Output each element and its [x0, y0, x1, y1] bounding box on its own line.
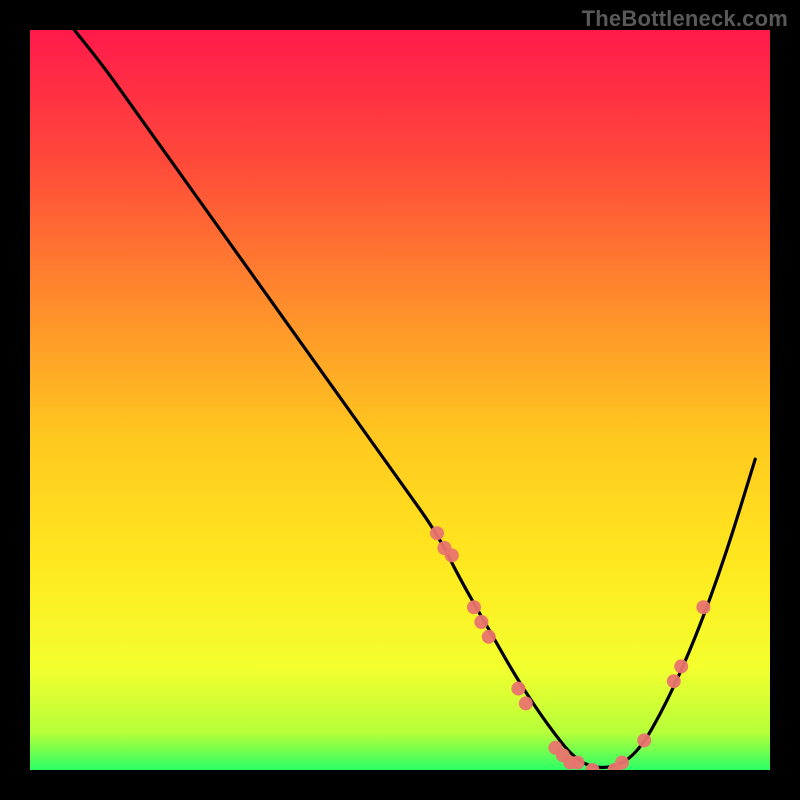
highlight-point — [519, 696, 533, 710]
highlight-point — [667, 674, 681, 688]
highlight-point — [696, 600, 710, 614]
highlight-point — [445, 548, 459, 562]
highlight-point — [571, 756, 585, 770]
chart-svg — [30, 30, 770, 770]
highlight-point — [482, 630, 496, 644]
highlight-point — [615, 756, 629, 770]
plot-area — [30, 30, 770, 770]
watermark-label: TheBottleneck.com — [582, 6, 788, 32]
chart-frame: TheBottleneck.com — [0, 0, 800, 800]
highlight-point — [474, 615, 488, 629]
gradient-background — [30, 30, 770, 770]
highlight-point — [511, 682, 525, 696]
highlight-point — [674, 659, 688, 673]
highlight-point — [430, 526, 444, 540]
highlight-point — [637, 733, 651, 747]
highlight-point — [467, 600, 481, 614]
